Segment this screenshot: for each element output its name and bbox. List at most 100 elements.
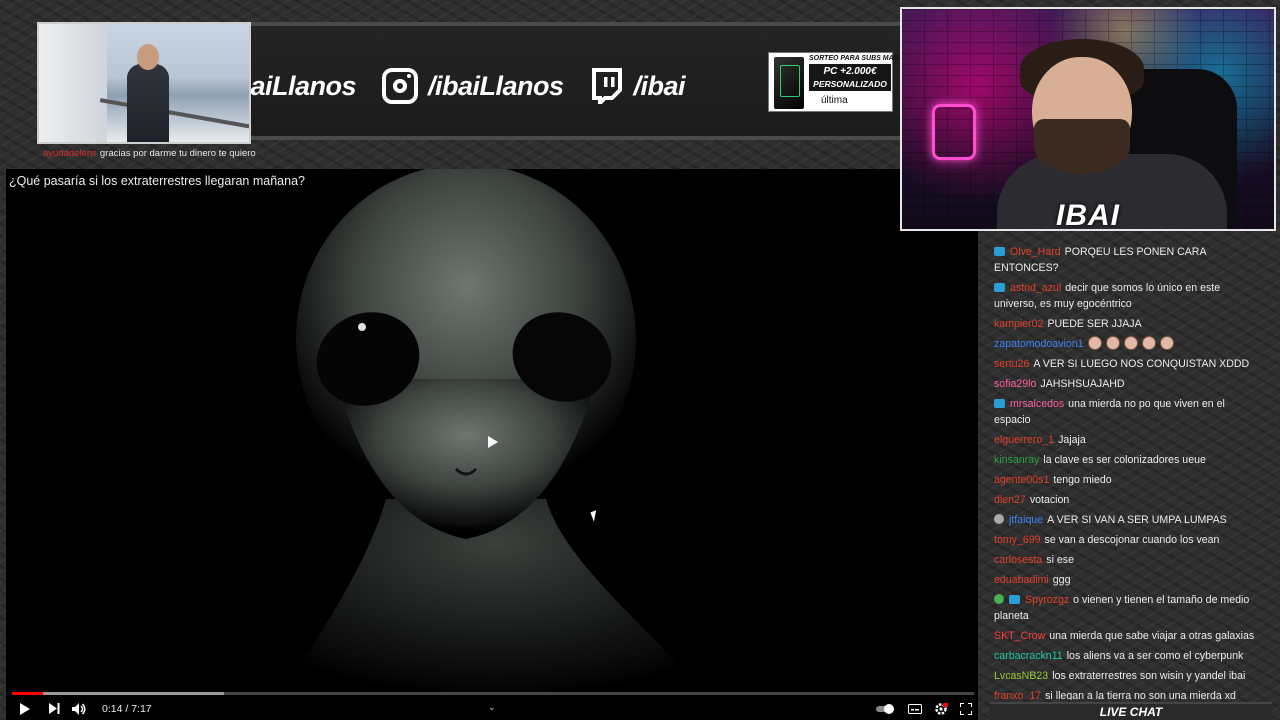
controls-right (876, 697, 972, 720)
chat-text: A VER SI LUEGO NOS CONQUISTAN XDDD (1033, 358, 1250, 370)
face-emote-icon (1123, 336, 1138, 350)
small-camera-feed (37, 22, 251, 144)
chat-text: Jajaja (1058, 434, 1086, 446)
face-emote-icon (1105, 336, 1120, 350)
chat-username[interactable]: kampier02 (994, 318, 1043, 330)
chat-message: kinsanray la clave es ser colonizadores u… (988, 450, 1270, 470)
boat-rail (99, 98, 249, 130)
chat-text: tengo miedo (1053, 474, 1112, 486)
play-button[interactable] (6, 697, 44, 720)
promo-brand: última (821, 95, 848, 106)
chat-message: sofia29lo JAHSHSUAJAHD (988, 374, 1270, 394)
player-controls: 0:14 / 7:17 ⌄ (6, 697, 978, 720)
chat-text: se van a descojonar cuando los vean (1044, 534, 1220, 546)
chat-username[interactable]: eduabadimi (994, 574, 1049, 586)
chat-message: tomy_699 se van a descojonar cuando los v… (988, 530, 1270, 550)
chat-message: franxo_17 si llegan a la tierra no son un… (988, 686, 1270, 700)
subtitles-icon[interactable] (908, 703, 922, 714)
boat-hull (39, 24, 107, 142)
chat-message: sertu26 A VER SI LUEGO NOS CONQUISTAN XDD… (988, 354, 1270, 374)
chat-username[interactable]: carbacrackn11 (994, 650, 1063, 662)
video-player[interactable]: ¿Qué pasaría si los extraterrestres lleg… (6, 169, 978, 720)
chat-username[interactable]: Spyrozgz (1025, 594, 1069, 606)
chat-username[interactable]: jtfaique (1009, 514, 1043, 526)
chat-username[interactable]: SKT_Crow (994, 630, 1045, 642)
chat-text: si llegan a la tierra no son una mierda … (1045, 690, 1236, 700)
chat-message: astrid_azul decir que somos lo único en e… (988, 278, 1270, 314)
chat-username[interactable]: carlosesta (994, 554, 1042, 566)
chat-username[interactable]: elguerrero_1 (994, 434, 1054, 446)
social-instagram: /ibaiLlanos (382, 68, 564, 104)
chat-username[interactable]: tomy_699 (994, 534, 1041, 546)
chat-message: mrsalcedos una mierda no po que viven en … (988, 394, 1270, 430)
chat-text: una mierda que sabe viajar a otras galax… (1049, 630, 1255, 642)
streamer-beard (1034, 119, 1130, 174)
chat-username[interactable]: Olve_Hard (1010, 246, 1061, 258)
chat-message: LvcasNB23 los extraterrestres son wisin y… (988, 666, 1270, 686)
chat-username[interactable]: franxo_17 (994, 690, 1041, 700)
social-row: /ibaiLlanos /ibaiLlanos /ibai (246, 66, 686, 108)
progress-played (12, 692, 43, 695)
chat-message: Olve_Hard PORQEU LES PONEN CARA ENTONCES? (988, 242, 1270, 278)
promo-ad: SORTEO PARA SUBS MARZO PC +2.000€ PERSON… (768, 52, 908, 112)
settings-gear-icon[interactable] (934, 702, 948, 716)
chat-message: agente00s1 tengo miedo (988, 470, 1270, 490)
face-emote-icon (1087, 336, 1102, 350)
chat-message: SKT_Crow una mierda que sabe viajar a otr… (988, 626, 1270, 646)
chat-username[interactable]: mrsalcedos (1010, 398, 1064, 410)
skip-next-icon (48, 703, 59, 714)
face-emote-icon (1141, 336, 1156, 350)
chat-text: votacion (1029, 494, 1070, 506)
chat-message: Spyrozgz o vienen y tienen el tamaño de m… (988, 590, 1270, 626)
donation-caption: ayudadelens gracias por darme tu dinero t… (43, 148, 256, 159)
caption-text: gracias por darme tu dinero te quiero (99, 148, 256, 159)
chat-username[interactable]: zapatomodoavion1 (994, 338, 1084, 350)
promo-top-text: SORTEO PARA SUBS MARZO (809, 55, 909, 62)
chat-username[interactable]: dlen27 (994, 494, 1026, 506)
twitch-icon (590, 68, 624, 108)
live-chat-footer: LIVE CHAT (990, 702, 1272, 720)
chat-username[interactable]: sertu26 (994, 358, 1029, 370)
chat-message: zapatomodoavion1 (988, 334, 1270, 354)
user-badge-icon (994, 514, 1004, 524)
twitch-handle: /ibai (633, 70, 686, 101)
chat-username[interactable]: sofia29lo (994, 378, 1036, 390)
chevron-down-icon[interactable]: ⌄ (488, 702, 496, 713)
live-chat[interactable]: Olve_Hard PORQEU LES PONEN CARA ENTONCES?… (988, 242, 1270, 700)
chat-username[interactable]: LvcasNB23 (994, 670, 1048, 682)
time-display: 0:14 / 7:17 (102, 702, 152, 715)
chat-username[interactable]: kinsanray (994, 454, 1039, 466)
instagram-icon (382, 68, 418, 104)
autoplay-toggle-icon[interactable] (876, 703, 896, 714)
chat-message: carlosesta si ese (988, 550, 1270, 570)
face-emote-icon (1159, 336, 1174, 350)
chat-username[interactable]: astrid_azul (1010, 282, 1061, 294)
twitter-handle: /ibaiLlanos (246, 70, 356, 101)
play-overlay-icon[interactable] (488, 436, 498, 448)
chat-text: los extraterrestres son wisin y yandel i… (1052, 670, 1246, 682)
video-title: ¿Qué pasaría si los extraterrestres lleg… (9, 174, 305, 188)
streamer-name: IBAI (1056, 199, 1120, 231)
neon-sign (932, 104, 976, 160)
social-twitch: /ibai (590, 68, 686, 108)
chat-message: jtfaique A VER SI VAN A SER UMPA LUMPAS (988, 510, 1270, 530)
subscriber-badge-icon (1009, 595, 1020, 604)
next-button[interactable] (44, 697, 64, 720)
streamer-webcam: IBAI (900, 7, 1276, 231)
caption-user: ayudadelens (43, 148, 97, 159)
instagram-handle: /ibaiLlanos (428, 70, 564, 101)
chat-text: A VER SI VAN A SER UMPA LUMPAS (1047, 514, 1227, 526)
promo-headline-2: PERSONALIZADO (813, 79, 887, 89)
user-badge-icon (994, 594, 1004, 604)
chat-text: JAHSHSUAJAHD (1040, 378, 1125, 390)
person (127, 64, 169, 142)
chat-text: los aliens va a ser como el cyberpunk (1066, 650, 1244, 662)
chat-username[interactable]: agente00s1 (994, 474, 1049, 486)
chat-message: kampier02 PUEDE SER JJAJA (988, 314, 1270, 334)
subscriber-badge-icon (994, 247, 1005, 256)
progress-bar[interactable] (12, 692, 974, 695)
fullscreen-icon[interactable] (960, 702, 972, 715)
chat-message: dlen27 votacion (988, 490, 1270, 510)
chat-text: la clave es ser colonizadores ueue (1043, 454, 1206, 466)
volume-button[interactable] (64, 697, 94, 720)
